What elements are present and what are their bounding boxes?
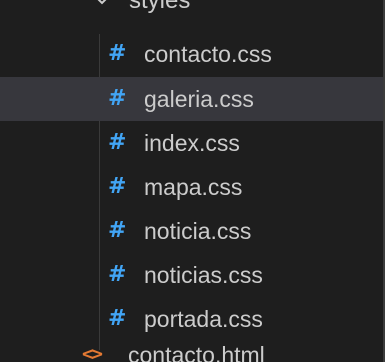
file-name: noticia.css xyxy=(144,218,252,244)
file-name: index.css xyxy=(144,130,240,156)
css-hash-icon: # xyxy=(108,262,127,287)
file-contacto-css[interactable]: # contacto.css xyxy=(0,32,383,76)
file-noticia-css[interactable]: # noticia.css xyxy=(0,209,383,253)
css-hash-icon: # xyxy=(108,306,127,331)
file-name: contacto.html xyxy=(128,342,265,362)
html-icon: <> xyxy=(82,343,103,362)
file-mapa-css[interactable]: # mapa.css xyxy=(0,165,383,209)
file-name: contacto.css xyxy=(144,41,272,67)
file-contacto-html[interactable]: <> contacto.html xyxy=(0,340,383,362)
css-hash-icon: # xyxy=(108,41,127,66)
css-hash-icon: # xyxy=(108,218,127,243)
css-hash-icon: # xyxy=(108,130,127,155)
file-name: mapa.css xyxy=(144,174,243,200)
file-name: noticias.css xyxy=(144,262,263,288)
file-index-css[interactable]: # index.css xyxy=(0,121,383,165)
file-name: galeria.css xyxy=(144,86,254,112)
css-hash-icon: # xyxy=(108,174,127,199)
folder-styles[interactable]: styles xyxy=(0,0,383,16)
folder-label: styles xyxy=(129,0,191,14)
chevron-down-icon[interactable] xyxy=(92,0,112,10)
css-hash-icon: # xyxy=(108,86,127,111)
file-galeria-css[interactable]: # galeria.css xyxy=(0,77,383,121)
file-portada-css[interactable]: # portada.css xyxy=(0,297,383,341)
file-noticias-css[interactable]: # noticias.css xyxy=(0,253,383,297)
file-name: portada.css xyxy=(144,306,263,332)
file-explorer: styles # contacto.css # galeria.css # in… xyxy=(0,0,385,362)
